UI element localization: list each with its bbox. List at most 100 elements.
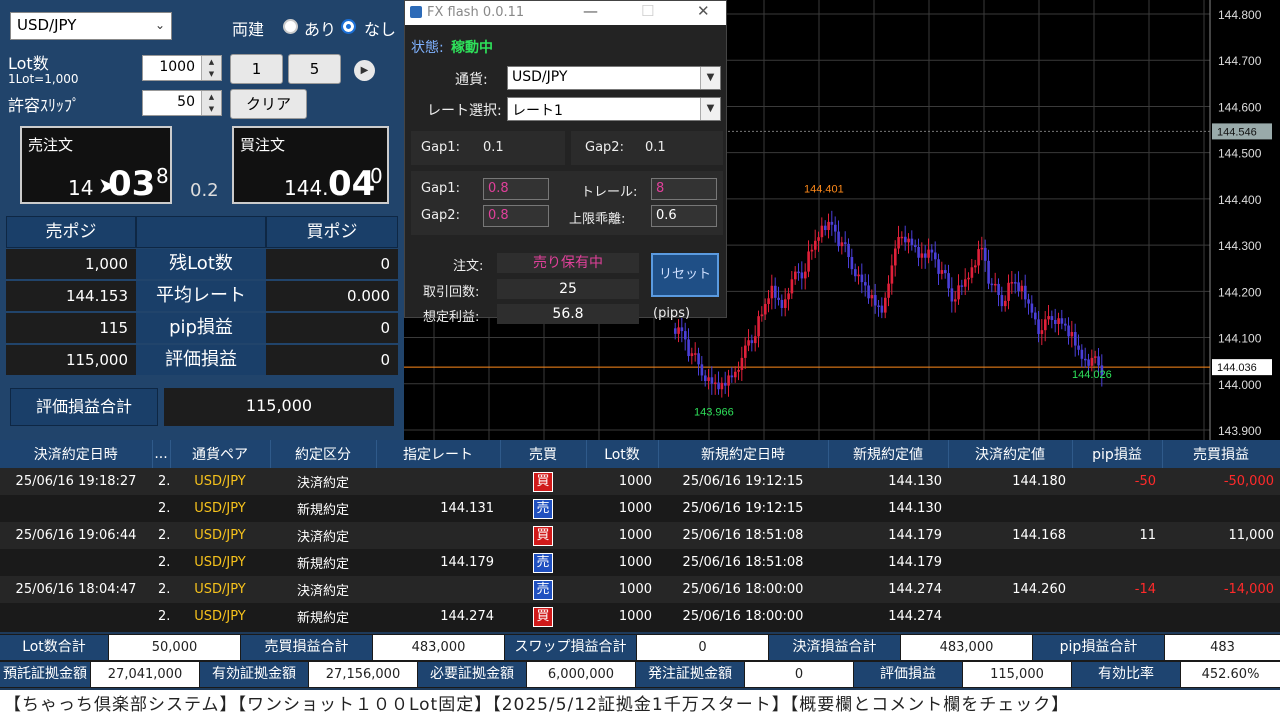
spinner-arrows-icon[interactable]: ▲ ▼ bbox=[201, 91, 221, 115]
blank-header bbox=[136, 216, 266, 248]
trail-input[interactable]: 8 bbox=[651, 178, 717, 200]
table-row[interactable]: 2...USD/JPY新規約定144.179売100025/06/16 18:5… bbox=[0, 549, 1280, 576]
column-header[interactable]: 新規約定日時 bbox=[658, 440, 829, 468]
summary-value: 0 bbox=[745, 662, 853, 687]
candle-body bbox=[1040, 330, 1044, 334]
total-pl-label: 評価損益合計 bbox=[10, 388, 158, 426]
sell-order-title: 売注文 bbox=[28, 136, 74, 154]
column-header[interactable]: pip損益 bbox=[1072, 440, 1163, 468]
candle-body bbox=[934, 252, 937, 260]
fx-rate-select[interactable]: レート1 ▼ bbox=[507, 97, 721, 121]
summary-label: 売買損益合計 bbox=[241, 635, 372, 660]
pip-pl-cell bbox=[1072, 549, 1162, 576]
gap2b-label: Gap2: bbox=[421, 208, 460, 223]
pair-select-value: USD/JPY bbox=[17, 16, 77, 34]
y-tick-label: 144.500 bbox=[1218, 147, 1262, 161]
summary-value: 483 bbox=[1165, 635, 1280, 660]
summary-value: 27,156,000 bbox=[309, 662, 417, 687]
trade-type-cell: 決済約定 bbox=[270, 468, 376, 495]
sell-price-prefix: 14 bbox=[68, 176, 94, 200]
candle-body bbox=[764, 303, 767, 315]
maximize-icon[interactable]: ☐ bbox=[641, 2, 654, 20]
candle-body bbox=[760, 314, 764, 317]
side-badge: 売 bbox=[533, 498, 553, 519]
pl-cell: 11,000 bbox=[1162, 522, 1280, 549]
candle-body bbox=[774, 285, 777, 298]
hedge-yes-radio[interactable] bbox=[283, 19, 298, 34]
candle-body bbox=[740, 357, 744, 370]
column-header[interactable]: 通貨ペア bbox=[170, 440, 271, 468]
close-time-cell: 25/06/16 18:04:47 bbox=[0, 576, 152, 603]
column-header[interactable]: 決済約定日時 bbox=[0, 440, 153, 468]
table-header-row: 決済約定日時... 通貨ペア 約定区分 指定レート 売買 Lot数 新規約定日時 新規約定値決… bbox=[0, 440, 1280, 468]
pair-select[interactable]: USD/JPY ⌄ bbox=[10, 12, 172, 40]
gap1b-label: Gap1: bbox=[421, 181, 460, 196]
candle-body bbox=[844, 242, 847, 244]
hedge-no-radio[interactable] bbox=[341, 19, 356, 34]
column-header[interactable]: 売買損益 bbox=[1162, 440, 1280, 468]
column-header[interactable]: 指定レート bbox=[376, 440, 501, 468]
column-header[interactable]: 新規約定値 bbox=[828, 440, 949, 468]
open-time-cell: 25/06/16 19:12:15 bbox=[658, 468, 828, 495]
lot-label: Lot数 bbox=[8, 54, 49, 73]
candle-body bbox=[770, 285, 774, 299]
candle-body bbox=[674, 328, 677, 334]
table-row[interactable]: 2...USD/JPY新規約定144.131 売 100025/06/16 19:1… bbox=[0, 495, 1280, 522]
trade-count-label: 取引回数: bbox=[423, 285, 480, 300]
column-header[interactable]: Lot数 bbox=[586, 440, 659, 468]
open-price-cell: 144.130 bbox=[828, 468, 948, 495]
lot-input[interactable]: 1000 ▲ ▼ bbox=[142, 55, 222, 81]
pl-cell bbox=[1162, 549, 1280, 576]
open-price-cell: 144.274 bbox=[828, 576, 948, 603]
side-badge: 売 bbox=[533, 552, 553, 573]
fx-flash-titlebar[interactable]: FX flash 0.0.11 — ☐ ✕ bbox=[405, 1, 726, 25]
summary-value: 6,000,000 bbox=[527, 662, 635, 687]
buy-order-button[interactable]: 買注文 144. 04 0 bbox=[232, 126, 389, 204]
trade-count-value: 25 bbox=[497, 279, 639, 299]
candle-body bbox=[857, 274, 860, 277]
average-rate-label: 平均レート bbox=[136, 281, 266, 311]
clear-button[interactable]: クリア bbox=[230, 89, 307, 119]
candle-body bbox=[830, 221, 834, 225]
column-header[interactable]: 約定区分 bbox=[270, 440, 377, 468]
pip-pl-cell bbox=[1072, 603, 1162, 630]
table-row[interactable]: 25/06/16 19:18:272...USD/JPY決済約定 買 100025/… bbox=[0, 468, 1280, 495]
candle-body bbox=[810, 249, 814, 252]
table-row[interactable]: 25/06/16 19:06:442...USD/JPY決済約定 買 100025/… bbox=[0, 522, 1280, 549]
minimize-icon[interactable]: — bbox=[583, 2, 598, 20]
sell-order-button[interactable]: 売注文 14 03 8 ➤ bbox=[20, 126, 172, 204]
sell-unrealized-pl: 115,000 bbox=[6, 345, 136, 375]
buy-price-pips: 04 bbox=[328, 164, 376, 204]
reset-button[interactable]: リセット bbox=[651, 253, 719, 297]
trade-history-table: 決済約定日時... 通貨ペア 約定区分 指定レート 売買 Lot数 新規約定日時 新規約定値決… bbox=[0, 440, 1280, 632]
pip-pl-label: pip損益 bbox=[136, 313, 266, 343]
buy-position-header: 買ポジ bbox=[266, 216, 398, 248]
column-header[interactable]: 売買 bbox=[500, 440, 587, 468]
trade-type-cell: 決済約定 bbox=[270, 576, 376, 603]
fx-flash-window[interactable]: FX flash 0.0.11 — ☐ ✕ 状態: 稼動中 通貨: USD/JP… bbox=[404, 0, 727, 325]
slippage-input[interactable]: 50 ▲ ▼ bbox=[142, 90, 222, 116]
summary-value: 50,000 bbox=[109, 635, 240, 660]
close-icon[interactable]: ✕ bbox=[697, 2, 710, 20]
table-row[interactable]: 2...USD/JPY新規約定144.274買100025/06/16 18:0… bbox=[0, 603, 1280, 630]
fx-pair-select[interactable]: USD/JPY ▼ bbox=[507, 66, 721, 90]
table-row[interactable]: 25/06/16 18:04:472...USD/JPY決済約定 売 100025/… bbox=[0, 576, 1280, 603]
gap2b-input[interactable]: 0.8 bbox=[483, 205, 549, 227]
candle-body bbox=[837, 231, 840, 247]
column-header[interactable]: ... bbox=[152, 440, 171, 468]
id-cell: 2... bbox=[152, 495, 170, 522]
lot-1-button[interactable]: 1 bbox=[230, 54, 283, 84]
buy-order-title: 買注文 bbox=[240, 136, 286, 154]
play-icon[interactable]: ▶ bbox=[354, 60, 375, 81]
lot-5-button[interactable]: 5 bbox=[288, 54, 341, 84]
spinner-arrows-icon[interactable]: ▲ ▼ bbox=[201, 56, 221, 80]
limit-input[interactable]: 0.6 bbox=[651, 205, 717, 227]
lot-sub-label: 1Lot=1,000 bbox=[8, 72, 79, 86]
unrealized-pl-label: 評価損益 bbox=[136, 345, 266, 375]
fx-pair-value: USD/JPY bbox=[512, 69, 568, 85]
candle-body bbox=[1027, 299, 1030, 304]
candle-body bbox=[750, 340, 754, 344]
candle-body bbox=[780, 299, 784, 308]
gap1b-input[interactable]: 0.8 bbox=[483, 178, 549, 200]
column-header[interactable]: 決済約定値 bbox=[948, 440, 1073, 468]
